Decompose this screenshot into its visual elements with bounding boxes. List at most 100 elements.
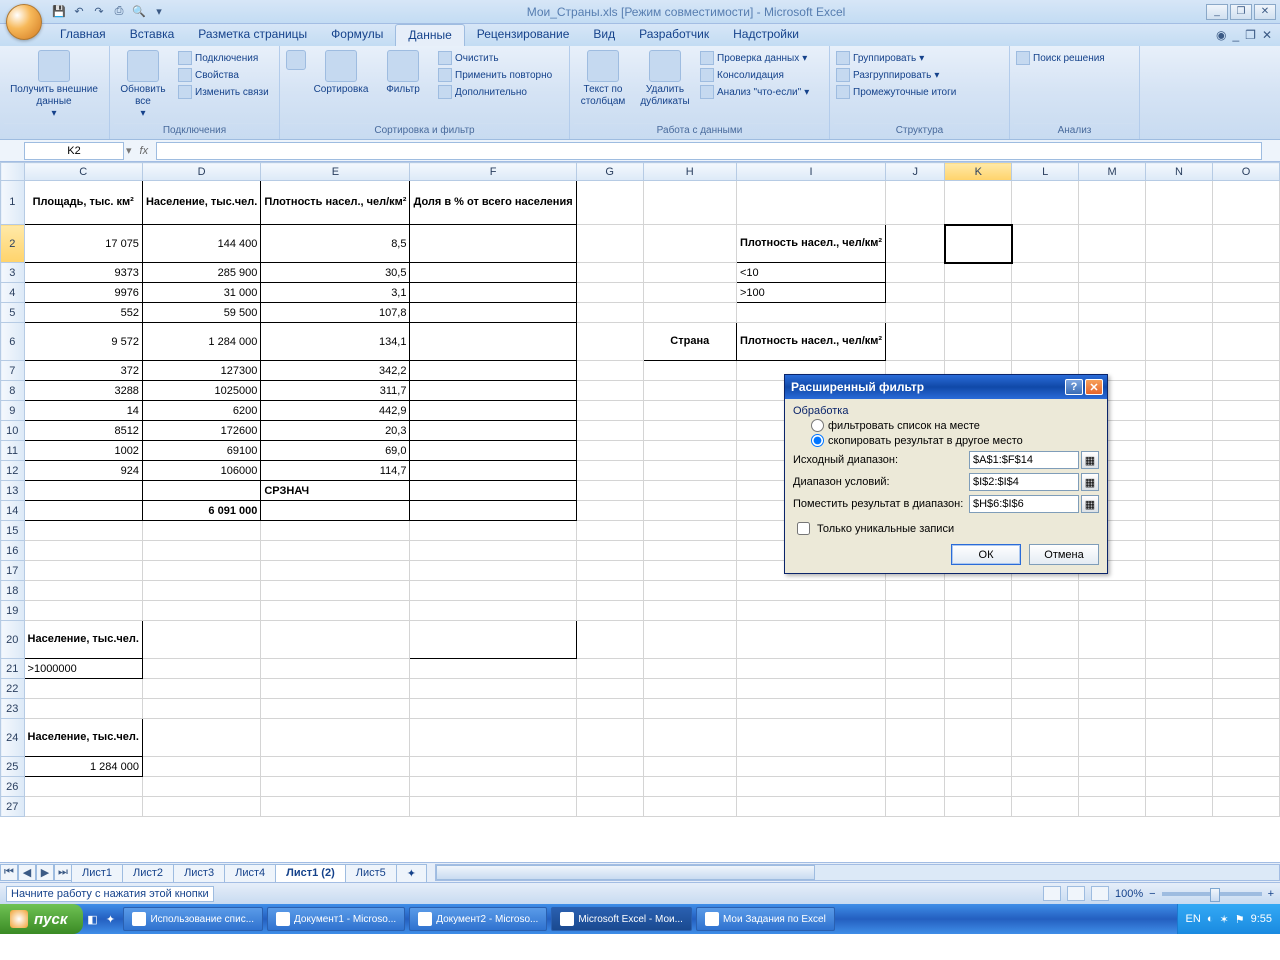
group-button[interactable]: Группировать ▾	[834, 50, 1005, 66]
cell[interactable]	[1012, 699, 1079, 719]
solver-button[interactable]: Поиск решения	[1014, 50, 1107, 66]
row-header[interactable]: 7	[1, 361, 25, 381]
cell[interactable]	[142, 521, 260, 541]
tab-data[interactable]: Данные	[395, 24, 464, 46]
cell[interactable]	[142, 581, 260, 601]
sheet-nav-first-icon[interactable]: ⏮	[0, 864, 18, 881]
cell[interactable]	[410, 601, 576, 621]
zoom-slider[interactable]	[1162, 892, 1262, 896]
sheet-nav-last-icon[interactable]: ⏭	[54, 864, 72, 881]
cell[interactable]: 372	[24, 361, 142, 381]
cell[interactable]	[142, 797, 260, 817]
taskbar-item[interactable]: Microsoft Excel - Мои...	[551, 907, 692, 931]
consolidate-button[interactable]: Консолидация	[698, 67, 811, 83]
cell[interactable]	[1212, 461, 1279, 481]
cell[interactable]	[1012, 797, 1079, 817]
cell[interactable]	[576, 757, 643, 777]
get-external-data-button[interactable]: Получить внешние данные ▾	[4, 48, 104, 120]
cell[interactable]	[1212, 561, 1279, 581]
col-header-E[interactable]: E	[261, 163, 410, 181]
cell[interactable]: 311,7	[261, 381, 410, 401]
cell[interactable]	[410, 541, 576, 561]
cell[interactable]	[410, 263, 576, 283]
properties-button[interactable]: Свойства	[176, 67, 271, 83]
cell[interactable]	[1212, 601, 1279, 621]
cell[interactable]	[24, 561, 142, 581]
cell[interactable]	[576, 323, 643, 361]
col-header-K[interactable]: K	[945, 163, 1012, 181]
cell[interactable]	[945, 581, 1012, 601]
cell[interactable]: СРЗНАЧ	[261, 481, 410, 501]
cell[interactable]	[643, 581, 736, 601]
help-icon[interactable]: ◉	[1216, 28, 1226, 42]
cell[interactable]	[1212, 621, 1279, 659]
whatif-button[interactable]: Анализ "что-если" ▾	[698, 84, 811, 100]
cell[interactable]	[576, 401, 643, 421]
advanced-filter-button[interactable]: Дополнительно	[436, 84, 554, 100]
cell[interactable]	[1012, 225, 1079, 263]
tray-icon-3[interactable]: ⚑	[1235, 913, 1245, 926]
cell[interactable]	[410, 421, 576, 441]
cell[interactable]	[142, 601, 260, 621]
save-icon[interactable]: 💾	[50, 3, 68, 21]
cell[interactable]	[1212, 401, 1279, 421]
col-header-O[interactable]: O	[1212, 163, 1279, 181]
cell[interactable]	[576, 777, 643, 797]
cell[interactable]	[1212, 263, 1279, 283]
cell[interactable]	[945, 777, 1012, 797]
cell[interactable]	[945, 601, 1012, 621]
tab-review[interactable]: Рецензирование	[465, 24, 582, 46]
cell[interactable]	[643, 521, 736, 541]
cell[interactable]	[576, 561, 643, 581]
row-header[interactable]: 19	[1, 601, 25, 621]
cell[interactable]	[576, 441, 643, 461]
start-button[interactable]: пуск	[0, 904, 83, 934]
cell[interactable]: 8,5	[261, 225, 410, 263]
cell[interactable]	[643, 381, 736, 401]
cell[interactable]	[1212, 719, 1279, 757]
cell[interactable]: Плотность насел., чел/км²	[261, 181, 410, 225]
cell[interactable]: Доля в % от всего населения	[410, 181, 576, 225]
cell[interactable]	[576, 381, 643, 401]
cell[interactable]	[886, 263, 945, 283]
cell[interactable]	[261, 621, 410, 659]
cell[interactable]	[1212, 659, 1279, 679]
tab-view[interactable]: Вид	[581, 24, 627, 46]
cell[interactable]	[643, 225, 736, 263]
cell[interactable]: 1 284 000	[142, 323, 260, 361]
cell[interactable]	[410, 621, 576, 659]
cell[interactable]	[643, 181, 736, 225]
row-header[interactable]: 21	[1, 659, 25, 679]
cell[interactable]	[886, 601, 945, 621]
cell[interactable]: <10	[736, 263, 885, 283]
cell[interactable]	[576, 521, 643, 541]
cell[interactable]	[576, 283, 643, 303]
cell[interactable]	[1012, 601, 1079, 621]
cell[interactable]	[1146, 461, 1213, 481]
quick-launch-1[interactable]: ◧	[83, 910, 101, 928]
cell[interactable]	[886, 699, 945, 719]
clock[interactable]: 9:55	[1251, 913, 1272, 925]
cell[interactable]	[1012, 719, 1079, 757]
row-header[interactable]: 8	[1, 381, 25, 401]
cell[interactable]	[1146, 501, 1213, 521]
taskbar-item[interactable]: Мои Задания по Excel	[696, 907, 835, 931]
row-header[interactable]: 27	[1, 797, 25, 817]
cell[interactable]	[945, 181, 1012, 225]
col-header-N[interactable]: N	[1146, 163, 1213, 181]
cell[interactable]	[1079, 621, 1146, 659]
dialog-close-icon[interactable]: ✕	[1085, 379, 1103, 395]
cell[interactable]	[1079, 679, 1146, 699]
cell[interactable]	[261, 581, 410, 601]
cell[interactable]	[643, 421, 736, 441]
cell[interactable]	[886, 659, 945, 679]
cell[interactable]	[261, 757, 410, 777]
cell[interactable]	[1012, 283, 1079, 303]
cell[interactable]	[410, 797, 576, 817]
row-header[interactable]: 24	[1, 719, 25, 757]
cell[interactable]	[736, 757, 885, 777]
cell[interactable]	[886, 621, 945, 659]
row-header[interactable]: 4	[1, 283, 25, 303]
cell[interactable]	[643, 679, 736, 699]
sheet-tab[interactable]: Лист1	[71, 864, 123, 882]
